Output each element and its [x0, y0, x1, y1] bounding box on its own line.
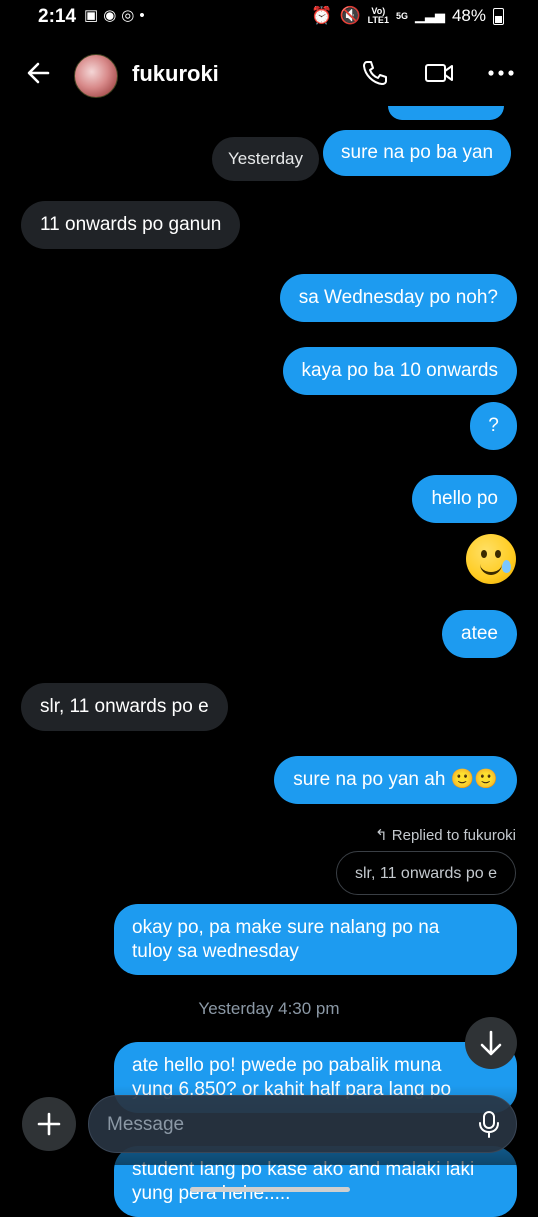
volte-indicator: Vo) LTE1 [367, 6, 389, 25]
network-type: 5G [395, 10, 408, 21]
quoted-text: slr, 11 onwards po e [354, 865, 497, 882]
message-text: hello po [431, 488, 498, 509]
contact-name[interactable]: fukuroki [132, 61, 219, 87]
message-bubble-incoming[interactable]: 11 onwards po ganun [21, 201, 241, 249]
plus-icon [37, 1112, 61, 1136]
message-text: sa Wednesday po noh? [298, 287, 498, 308]
message-bubble-outgoing[interactable]: sa Wednesday po noh? [279, 274, 517, 322]
message-composer [88, 1095, 517, 1154]
signal-icon: ▁▃▅ [414, 8, 445, 23]
message-text: 11 onwards po ganun [40, 214, 222, 235]
message-bubble-incoming[interactable]: slr, 11 onwards po e [21, 683, 228, 731]
mute-icon: 🔇 [339, 6, 361, 25]
date-separator: Yesterday [212, 137, 319, 181]
arrow-down-icon [480, 1030, 502, 1056]
video-icon[interactable] [422, 56, 456, 90]
messenger-icon: ◉ [103, 7, 117, 24]
home-indicator[interactable] [190, 1187, 350, 1192]
avatar[interactable] [74, 54, 118, 98]
message-text-line: yung pera hehe..... [132, 1183, 291, 1204]
message-bubble-partial [388, 106, 504, 120]
replied-to-label: ↰ Replied to fukuroki [375, 827, 516, 844]
message-text: atee [461, 623, 498, 644]
message-bubble-outgoing[interactable]: hello po [412, 475, 517, 523]
status-time: 2:14 [38, 6, 77, 27]
alarm-icon: ⏰ [311, 6, 333, 25]
message-bubble-outgoing[interactable]: okay po, pa make sure nalang po na tuloy… [114, 904, 517, 975]
message-text-line: tuloy sa wednesday [132, 941, 299, 962]
date-label: Yesterday [228, 149, 303, 168]
instagram-icon: ◎ [121, 7, 135, 24]
message-text: sure na po ba yan [341, 142, 494, 163]
message-bubble-outgoing[interactable]: ? [470, 402, 517, 450]
message-text-line: ate hello po! pwede po pabalik muna [132, 1055, 442, 1076]
phone-icon[interactable] [358, 56, 392, 90]
message-text: slr, 11 onwards po e [40, 696, 209, 717]
message-text: kaya po ba 10 onwards [301, 360, 498, 381]
reply-icon: ↰ [375, 827, 392, 844]
emoji-message[interactable] [466, 534, 516, 584]
gallery-icon: ▣ [84, 7, 99, 24]
microphone-icon[interactable] [473, 1108, 505, 1140]
battery-icon [493, 7, 504, 25]
message-text: sure na po yan ah 🙂🙂 [293, 769, 498, 790]
message-bubble-outgoing[interactable]: kaya po ba 10 onwards [282, 347, 517, 395]
back-arrow-icon[interactable] [22, 56, 56, 90]
status-notification-icons: ▣ ◉ ◎ • [84, 6, 150, 24]
timestamp: Yesterday 4:30 pm [198, 999, 340, 1018]
message-input[interactable] [105, 1096, 469, 1154]
message-bubble-outgoing[interactable]: sure na po yan ah 🙂🙂 [274, 756, 517, 804]
message-text-line: okay po, pa make sure nalang po na [132, 917, 440, 938]
message-bubble-outgoing[interactable]: sure na po ba yan [323, 130, 512, 176]
message-bubble-outgoing[interactable]: atee [442, 610, 517, 658]
status-bar: 2:14 ▣ ◉ ◎ • ⏰ 🔇 Vo) LTE1 5G ▁▃▅ 48% [0, 0, 538, 34]
message-text: ? [488, 415, 499, 436]
status-system-icons: ⏰ 🔇 Vo) LTE1 5G ▁▃▅ 48% [311, 6, 504, 26]
battery-percent: 48% [451, 6, 486, 25]
chat-header: fukuroki [0, 44, 538, 106]
more-icon[interactable] [484, 56, 518, 90]
quoted-message[interactable]: slr, 11 onwards po e [335, 851, 516, 895]
scroll-to-bottom-button[interactable] [465, 1017, 517, 1069]
add-attachment-button[interactable] [22, 1097, 76, 1151]
dot-icon: • [139, 7, 145, 24]
